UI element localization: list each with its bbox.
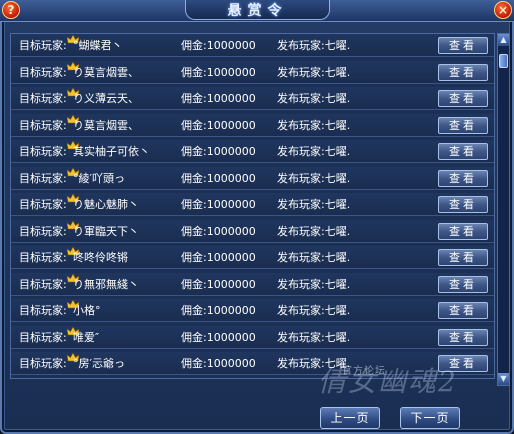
publisher-name: 发布玩家:七曜. (277, 145, 351, 158)
target-player-name: り莫言烟雲、 (73, 118, 139, 132)
bounty-row: 目标玩家: 其实柚子可依丶 佣金:1000000 发布玩家:七曜. 查看 (11, 140, 494, 163)
view-button[interactable]: 查看 (438, 196, 488, 213)
target-label: 目标玩家: (19, 65, 67, 79)
target-label: 目标玩家: (19, 118, 67, 132)
reward-amount: 佣金:1000000 (181, 277, 256, 291)
bounty-row: 目标玩家: 小格° 佣金:1000000 发布玩家:七曜. 查看 (11, 299, 494, 322)
target-player-name: り無邪無綫丶 (73, 277, 139, 291)
target-label: 目标玩家: (19, 357, 67, 370)
target-label: 目标玩家: (19, 304, 67, 317)
view-button[interactable]: 查看 (438, 116, 488, 134)
bounty-row: 目标玩家: °蝴蝶君丶 佣金:1000000 发布玩家:七曜. 查看 (11, 34, 494, 57)
bounty-row: 目标玩家: 唯爱″ 佣金:1000000 发布玩家:七曜. 查看 (11, 325, 494, 349)
target-player-name: °房′忈爺っ (73, 357, 125, 370)
bounty-row: 目标玩家: り义薄云天、 佣金:1000000 发布玩家:七曜. 查看 (11, 87, 494, 110)
target-player-name: 小格° (73, 304, 101, 317)
view-button[interactable]: 查看 (438, 275, 488, 293)
reward-amount: 佣金:1000000 (181, 251, 256, 264)
publisher-name: 发布玩家:七曜. (277, 118, 351, 132)
bounty-row: 目标玩家: り莫言烟雲、 佣金:1000000 发布玩家:七曜. 查看 (11, 113, 494, 137)
publisher-name: 发布玩家:七曜. (277, 65, 351, 79)
reward-amount: 佣金:1000000 (181, 224, 256, 238)
target-label: 目标玩家: (19, 92, 67, 105)
target-label: 目标玩家: (19, 39, 67, 52)
publisher-name: 发布玩家:七曜. (277, 304, 351, 317)
reward-amount: 佣金:1000000 (181, 330, 256, 344)
title-plaque: 悬赏令 (185, 0, 330, 20)
reward-amount: 佣金:1000000 (181, 357, 256, 370)
view-button[interactable]: 查看 (438, 90, 488, 107)
reward-amount: 佣金:1000000 (181, 39, 256, 52)
view-button[interactable]: 查看 (438, 169, 488, 187)
next-page-button[interactable]: 下一页 (400, 407, 460, 429)
publisher-name: 发布玩家:七曜. (277, 224, 351, 238)
target-label: 目标玩家: (19, 251, 67, 264)
target-player-name: り軍臨天下丶 (73, 224, 139, 238)
publisher-name: 发布玩家:七曜. (277, 171, 351, 185)
bounty-row: 目标玩家: 咚咚伶咚锵 佣金:1000000 发布玩家:七曜. 查看 (11, 246, 494, 269)
reward-amount: 佣金:1000000 (181, 198, 256, 211)
prev-page-button[interactable]: 上一页 (320, 407, 380, 429)
title-bar[interactable]: ? 悬赏令 × (0, 0, 514, 22)
scroll-up-arrow-icon[interactable]: ▲ (498, 34, 509, 46)
publisher-name: 发布玩家:七曜. (277, 330, 351, 344)
scrollbar[interactable]: ▲ ▼ (497, 33, 510, 386)
scroll-thumb[interactable] (499, 54, 508, 68)
target-player-name: り义薄云天、 (73, 92, 139, 105)
target-player-name: 其实柚子可依丶 (73, 145, 150, 158)
window-title: 悬赏令 (227, 3, 288, 19)
view-button[interactable]: 查看 (438, 63, 488, 81)
bounty-row: 目标玩家: り軍臨天下丶 佣金:1000000 发布玩家:七曜. 查看 (11, 219, 494, 243)
publisher-name: 发布玩家:七曜. (277, 92, 351, 105)
close-button[interactable]: × (494, 1, 512, 19)
bounty-row: 目标玩家: り莫言烟雲、 佣金:1000000 发布玩家:七曜. 查看 (11, 60, 494, 84)
view-button[interactable]: 查看 (438, 143, 488, 160)
bounty-list: 目标玩家: °蝴蝶君丶 佣金:1000000 发布玩家:七曜. 查看 目标玩家: り莫言烟雲… (10, 33, 495, 379)
view-button[interactable]: 查看 (438, 328, 488, 346)
target-label: 目标玩家: (19, 171, 67, 185)
view-button[interactable]: 查看 (438, 222, 488, 240)
reward-amount: 佣金:1000000 (181, 171, 256, 185)
target-label: 目标玩家: (19, 277, 67, 291)
scroll-down-arrow-icon[interactable]: ▼ (498, 373, 509, 385)
bounty-row: 目标玩家: り無邪無綫丶 佣金:1000000 发布玩家:七曜. 查看 (11, 272, 494, 296)
publisher-name: 发布玩家:七曜. (277, 39, 351, 52)
reward-amount: 佣金:1000000 (181, 92, 256, 105)
reward-amount: 佣金:1000000 (181, 304, 256, 317)
reward-amount: 佣金:1000000 (181, 65, 256, 79)
publisher-name: 发布玩家:七曜. (277, 251, 351, 264)
bounty-row: 目标玩家: °綾′吖頭っ 佣金:1000000 发布玩家:七曜. 查看 (11, 166, 494, 190)
target-player-name: °蝴蝶君丶 (73, 39, 123, 52)
target-player-name: 咚咚伶咚锵 (73, 251, 128, 264)
publisher-name: 发布玩家:七曜. (277, 198, 351, 211)
view-button[interactable]: 查看 (438, 37, 488, 54)
bounty-row: 目标玩家: り魅心魅肺丶 佣金:1000000 发布玩家:七曜. 查看 (11, 193, 494, 216)
forum-watermark-text: 官方论坛 (342, 366, 386, 377)
reward-amount: 佣金:1000000 (181, 145, 256, 158)
target-player-name: 唯爱″ (73, 330, 100, 344)
target-label: 目标玩家: (19, 224, 67, 238)
target-label: 目标玩家: (19, 330, 67, 344)
target-player-name: り魅心魅肺丶 (73, 198, 139, 211)
target-player-name: °綾′吖頭っ (73, 171, 125, 185)
target-label: 目标玩家: (19, 198, 67, 211)
view-button[interactable]: 查看 (438, 302, 488, 319)
publisher-name: 发布玩家:七曜. (277, 277, 351, 291)
reward-amount: 佣金:1000000 (181, 118, 256, 132)
view-button[interactable]: 查看 (438, 249, 488, 266)
target-label: 目标玩家: (19, 145, 67, 158)
help-button[interactable]: ? (2, 1, 20, 19)
target-player-name: り莫言烟雲、 (73, 65, 139, 79)
